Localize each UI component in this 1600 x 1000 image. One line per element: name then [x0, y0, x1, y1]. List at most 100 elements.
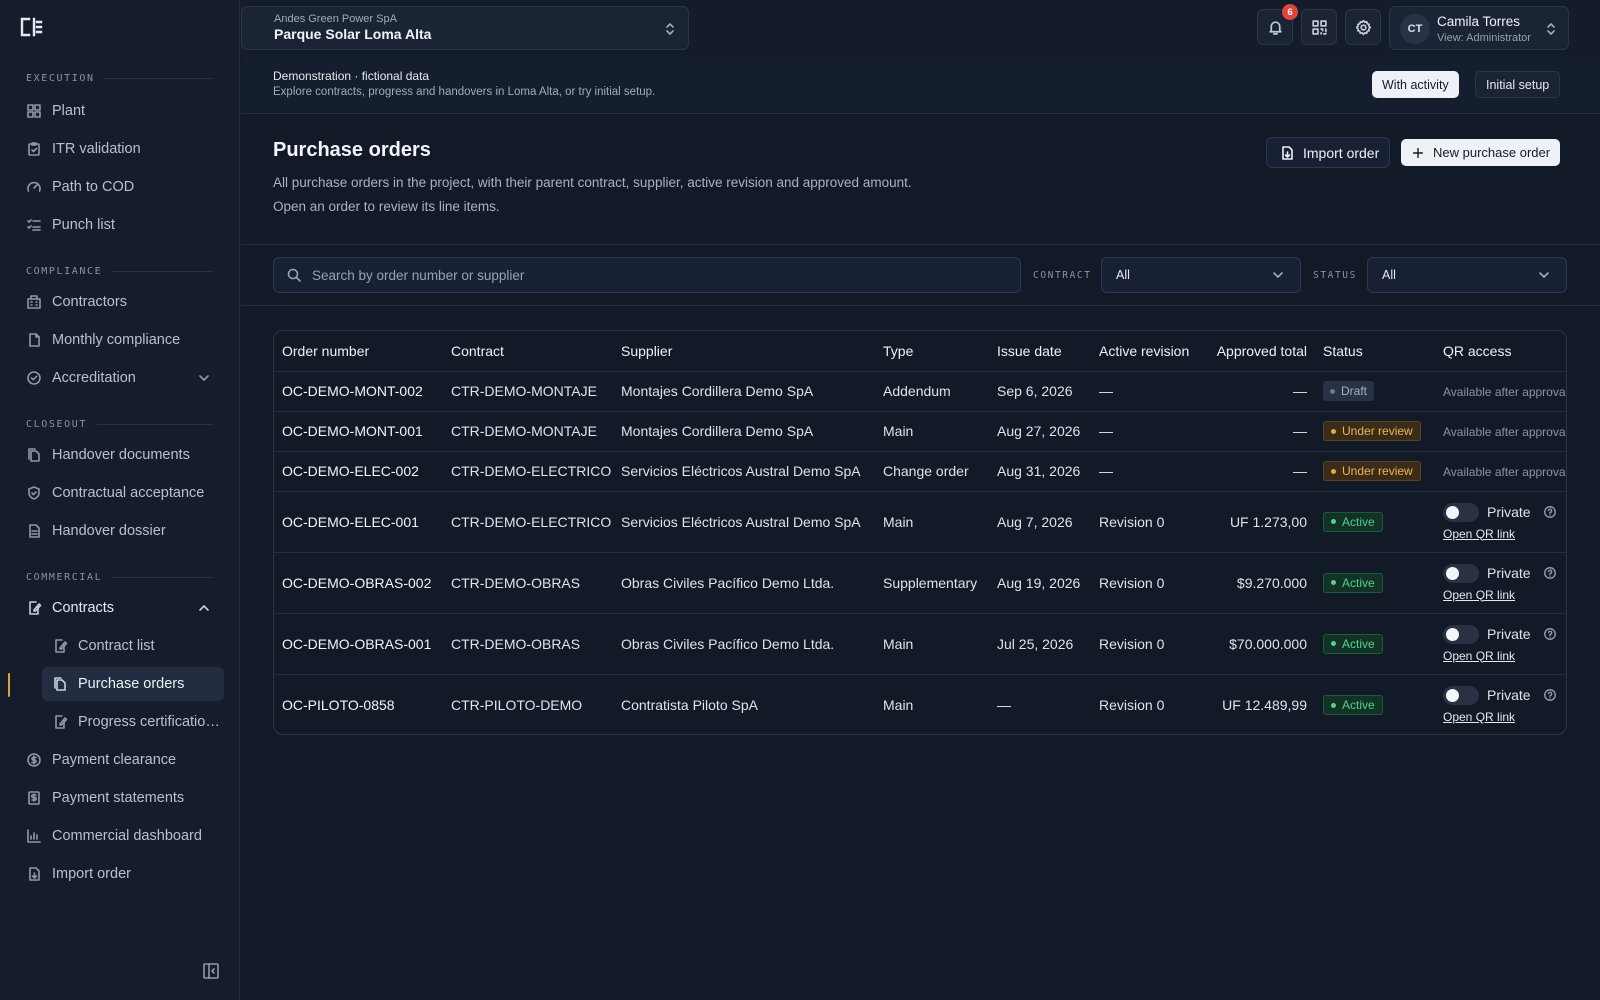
status-badge: Active: [1323, 633, 1383, 654]
table-row[interactable]: OC-DEMO-OBRAS-001 CTR-DEMO-OBRAS Obras C…: [274, 613, 1566, 675]
purchase-orders-table: Order number Contract Supplier Type Issu…: [273, 330, 1567, 735]
search-input[interactable]: [312, 267, 992, 283]
contract-code: CTR-DEMO-ELECTRICO: [443, 491, 613, 553]
order-number[interactable]: OC-DEMO-OBRAS-002: [274, 552, 443, 614]
sidebar-item-contract-list[interactable]: Contract list: [42, 629, 224, 663]
table-row[interactable]: OC-DEMO-OBRAS-002 CTR-DEMO-OBRAS Obras C…: [274, 552, 1566, 614]
section-head-execution: EXECUTION: [26, 71, 213, 85]
sidebar-item-handover-documents[interactable]: Handover documents: [16, 438, 224, 472]
search-box[interactable]: [273, 257, 1021, 293]
sidebar-item-label: Contractual acceptance: [52, 485, 205, 501]
supplier-name: Obras Civiles Pacífico Demo Ltda.: [613, 613, 875, 675]
settings-button[interactable]: [1345, 9, 1381, 45]
sidebar-item-itr-validation[interactable]: ITR validation: [16, 132, 224, 166]
help-circle-icon[interactable]: [1543, 627, 1557, 641]
status-filter-select[interactable]: All: [1367, 257, 1567, 293]
order-number[interactable]: OC-DEMO-ELEC-002: [274, 451, 443, 492]
table-row[interactable]: OC-DEMO-ELEC-001 CTR-DEMO-ELECTRICO Serv…: [274, 491, 1566, 553]
qr-scan-button[interactable]: [1301, 9, 1337, 45]
help-circle-icon[interactable]: [1543, 688, 1557, 702]
status-dot: [1331, 428, 1336, 434]
qr-private-toggle[interactable]: [1443, 502, 1479, 522]
chevron-updown-icon: [662, 21, 678, 37]
open-qr-link[interactable]: Open QR link: [1443, 649, 1566, 663]
qr-unavailable-text: Available after approval: [1443, 425, 1567, 439]
supplier-name: Montajes Cordillera Demo SpA: [613, 371, 875, 412]
file-import-icon: [1279, 145, 1295, 161]
order-number[interactable]: OC-DEMO-MONT-001: [274, 411, 443, 452]
open-qr-link[interactable]: Open QR link: [1443, 527, 1566, 541]
files-icon: [26, 447, 42, 463]
import-order-button[interactable]: Import order: [1266, 137, 1391, 168]
file-text-icon: [26, 523, 42, 539]
column-header-contract[interactable]: Contract: [443, 331, 613, 372]
demo-title: Demonstration · fictional data: [273, 69, 430, 83]
order-number[interactable]: OC-DEMO-MONT-002: [274, 371, 443, 412]
approved-total: —: [1203, 451, 1315, 492]
sidebar-item-monthly-compliance[interactable]: Monthly compliance: [16, 323, 224, 357]
qr-private-toggle[interactable]: [1443, 563, 1479, 583]
column-header-active-revision[interactable]: Active revision: [1091, 331, 1203, 372]
toggle-knob: [1446, 627, 1459, 641]
column-header-issue-date[interactable]: Issue date: [989, 331, 1091, 372]
column-header-status[interactable]: Status: [1315, 331, 1435, 372]
help-circle-icon[interactable]: [1543, 505, 1557, 519]
status-badge: Under review: [1323, 421, 1421, 442]
column-header-approved-total[interactable]: Approved total: [1203, 331, 1315, 372]
table-row[interactable]: OC-PILOTO-0858 CTR-PILOTO-DEMO Contratis…: [274, 674, 1566, 734]
open-qr-link[interactable]: Open QR link: [1443, 710, 1566, 724]
column-header-supplier[interactable]: Supplier: [613, 331, 875, 372]
qr-private-toggle[interactable]: [1443, 685, 1479, 705]
sidebar-item-progress-certification[interactable]: Progress certificatio…: [42, 705, 224, 739]
supplier-name: Servicios Eléctricos Austral Demo SpA: [613, 491, 875, 553]
badge-check-icon: [26, 370, 42, 386]
order-number[interactable]: OC-DEMO-OBRAS-001: [274, 613, 443, 675]
table-row[interactable]: OC-DEMO-ELEC-002 CTR-DEMO-ELECTRICO Serv…: [274, 451, 1566, 492]
list-check-icon: [26, 217, 42, 233]
contract-code: CTR-DEMO-MONTAJE: [443, 411, 613, 452]
sidebar-item-accreditation[interactable]: Accreditation: [16, 361, 224, 395]
supplier-name: Contratista Piloto SpA: [621, 696, 758, 713]
table-row[interactable]: OC-DEMO-MONT-001 CTR-DEMO-MONTAJE Montaj…: [274, 411, 1567, 452]
contract-filter-select[interactable]: All: [1101, 257, 1301, 293]
toggle-knob: [1446, 505, 1459, 519]
user-menu[interactable]: CT Camila Torres View: Administrator: [1389, 6, 1569, 50]
sidebar-item-commercial-dashboard[interactable]: Commercial dashboard: [16, 819, 224, 853]
main-content: Demonstration · fictional data Explore c…: [241, 57, 1600, 1000]
initial-setup-button[interactable]: Initial setup: [1475, 71, 1561, 98]
open-qr-link[interactable]: Open QR link: [1443, 588, 1566, 602]
sidebar-item-path-to-cod[interactable]: Path to COD: [16, 170, 224, 204]
sidebar-item-import-order[interactable]: Import order: [16, 857, 224, 891]
with-activity-button[interactable]: With activity: [1372, 71, 1459, 98]
sidebar-item-purchase-orders[interactable]: Purchase orders: [42, 667, 224, 701]
sidebar-item-contracts[interactable]: Contracts: [16, 591, 224, 625]
collapse-sidebar-icon[interactable]: [202, 962, 220, 980]
help-circle-icon[interactable]: [1543, 566, 1557, 580]
project-selector[interactable]: Andes Green Power SpA Parque Solar Loma …: [241, 6, 689, 50]
qr-private-toggle[interactable]: [1443, 624, 1479, 644]
sidebar-item-label: Import order: [52, 866, 131, 882]
sidebar-item-payment-clearance[interactable]: Payment clearance: [16, 743, 224, 777]
active-indicator: [8, 673, 10, 697]
sidebar-item-handover-dossier[interactable]: Handover dossier: [16, 514, 224, 548]
sidebar-item-contractors[interactable]: Contractors: [16, 285, 224, 319]
status-cell: Active: [1315, 491, 1435, 553]
sidebar-item-label: Payment clearance: [52, 752, 177, 768]
app-logo[interactable]: [18, 16, 44, 38]
sidebar-item-label: Contracts: [52, 600, 115, 616]
new-purchase-order-button[interactable]: New purchase order: [1401, 139, 1561, 166]
sidebar-item-label: ITR validation: [52, 141, 141, 157]
sidebar-item-punch-list[interactable]: Punch list: [16, 208, 224, 242]
table-row[interactable]: OC-DEMO-MONT-002 CTR-DEMO-MONTAJE Montaj…: [274, 371, 1566, 412]
status-dot: [1331, 641, 1336, 647]
order-number[interactable]: OC-DEMO-ELEC-001: [274, 491, 443, 553]
sidebar-item-contractual-acceptance[interactable]: Contractual acceptance: [16, 476, 224, 510]
order-number[interactable]: OC-PILOTO-0858: [274, 674, 443, 734]
sidebar-item-label: Contract list: [78, 638, 155, 654]
qr-code-icon: [1311, 19, 1328, 36]
column-header-type[interactable]: Type: [875, 331, 989, 372]
sidebar-item-plant[interactable]: Plant: [16, 94, 224, 128]
notifications-button[interactable]: 6: [1257, 4, 1298, 45]
sidebar-item-payment-statements[interactable]: Payment statements: [16, 781, 224, 815]
column-header-order-number[interactable]: Order number: [274, 331, 443, 372]
